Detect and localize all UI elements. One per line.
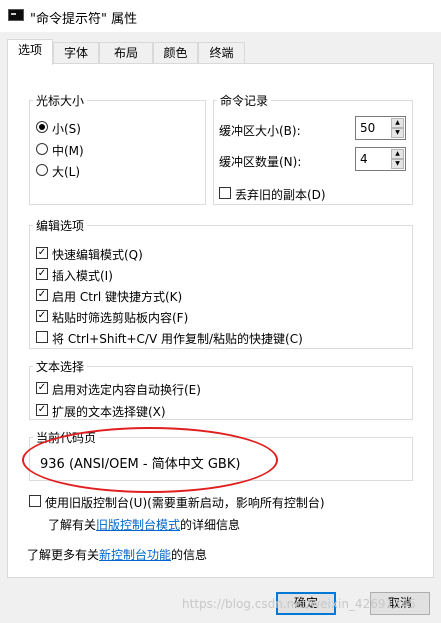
annotation-ellipse [22,427,278,493]
cursor-medium-radio[interactable] [36,143,48,155]
ctrl-shift-cv-label[interactable]: 将 Ctrl+Shift+C/V 用作复制/粘贴的快捷键(C) [52,330,303,347]
ctrl-shortcuts-label[interactable]: 启用 Ctrl 键快捷方式(K) [52,288,182,305]
more-info-prefix: 了解更多有关 [27,548,100,562]
buffer-size-spinner[interactable]: 50 ▲ ▼ [355,116,406,140]
legacy-console-label[interactable]: 使用旧版控制台(U)(需要重新启动，影响所有控制台) [45,494,325,511]
legacy-console-checkbox[interactable] [29,495,41,507]
spin-down-icon[interactable]: ▼ [391,128,404,138]
auto-wrap-label[interactable]: 启用对选定内容自动换行(E) [52,381,201,398]
cursor-small-label[interactable]: 小(S) [52,120,81,137]
quick-edit-checkbox[interactable]: ✓ [36,247,48,259]
buffer-count-label: 缓冲区数量(N): [219,155,302,169]
tab-options[interactable]: 选项 [7,39,53,65]
cursor-size-legend: 光标大小 [33,92,88,109]
insert-mode-label[interactable]: 插入模式(I) [52,267,113,284]
insert-mode-checkbox[interactable]: ✓ [36,268,48,280]
console-window-icon [8,9,24,21]
tab-layout[interactable]: 布局 [99,42,153,63]
quick-edit-label[interactable]: 快速编辑模式(Q) [52,246,143,263]
spin-up-icon[interactable]: ▲ [391,149,404,159]
ctrl-shift-cv-checkbox[interactable] [36,331,48,343]
legacy-info-prefix: 了解有关 [48,518,97,532]
cursor-large-label[interactable]: 大(L) [52,163,80,180]
cursor-small-radio[interactable] [36,121,48,133]
legacy-mode-link[interactable]: 旧版控制台模式 [96,518,180,532]
buffer-size-value[interactable]: 50 [360,121,375,135]
auto-wrap-checkbox[interactable]: ✓ [36,382,48,394]
cursor-medium-label[interactable]: 中(M) [52,142,84,159]
text-selection-legend: 文本选择 [33,358,88,375]
tab-terminal[interactable]: 终端 [198,42,245,63]
spin-up-icon[interactable]: ▲ [391,118,404,128]
extended-selection-checkbox[interactable]: ✓ [36,404,48,416]
title-bar: "命令提示符" 属性 [0,0,441,32]
extended-selection-label[interactable]: 扩展的文本选择键(X) [52,403,166,420]
filter-paste-checkbox[interactable]: ✓ [36,310,48,322]
window-title: "命令提示符" 属性 [30,12,138,27]
ctrl-shortcuts-checkbox[interactable]: ✓ [36,289,48,301]
edit-options-legend: 编辑选项 [33,217,88,234]
more-info-suffix: 的信息 [171,548,208,562]
tab-font[interactable]: 字体 [53,42,99,63]
buffer-size-label: 缓冲区大小(B): [219,124,301,138]
tab-colors[interactable]: 颜色 [153,42,198,63]
discard-old-duplicates-label[interactable]: 丢弃旧的副本(D) [235,186,326,203]
buffer-count-spin-buttons: ▲ ▼ [391,149,404,169]
watermark-text: https://blog.csdn.net/weixin_42691345 [182,597,417,611]
legacy-info-text: 了解有关旧版控制台模式的详细信息 [48,516,240,533]
discard-old-duplicates-checkbox[interactable] [219,187,231,199]
buffer-count-spinner[interactable]: 4 ▲ ▼ [355,147,406,171]
spin-down-icon[interactable]: ▼ [391,159,404,169]
buffer-size-spin-buttons: ▲ ▼ [391,118,404,138]
buffer-count-value[interactable]: 4 [360,152,368,166]
filter-paste-label[interactable]: 粘贴时筛选剪贴板内容(F) [52,309,188,326]
legacy-info-suffix: 的详细信息 [180,518,241,532]
new-console-features-link[interactable]: 新控制台功能 [99,548,171,562]
command-history-legend: 命令记录 [217,92,272,109]
cursor-large-radio[interactable] [36,164,48,176]
more-info-text: 了解更多有关新控制台功能的信息 [27,546,207,563]
